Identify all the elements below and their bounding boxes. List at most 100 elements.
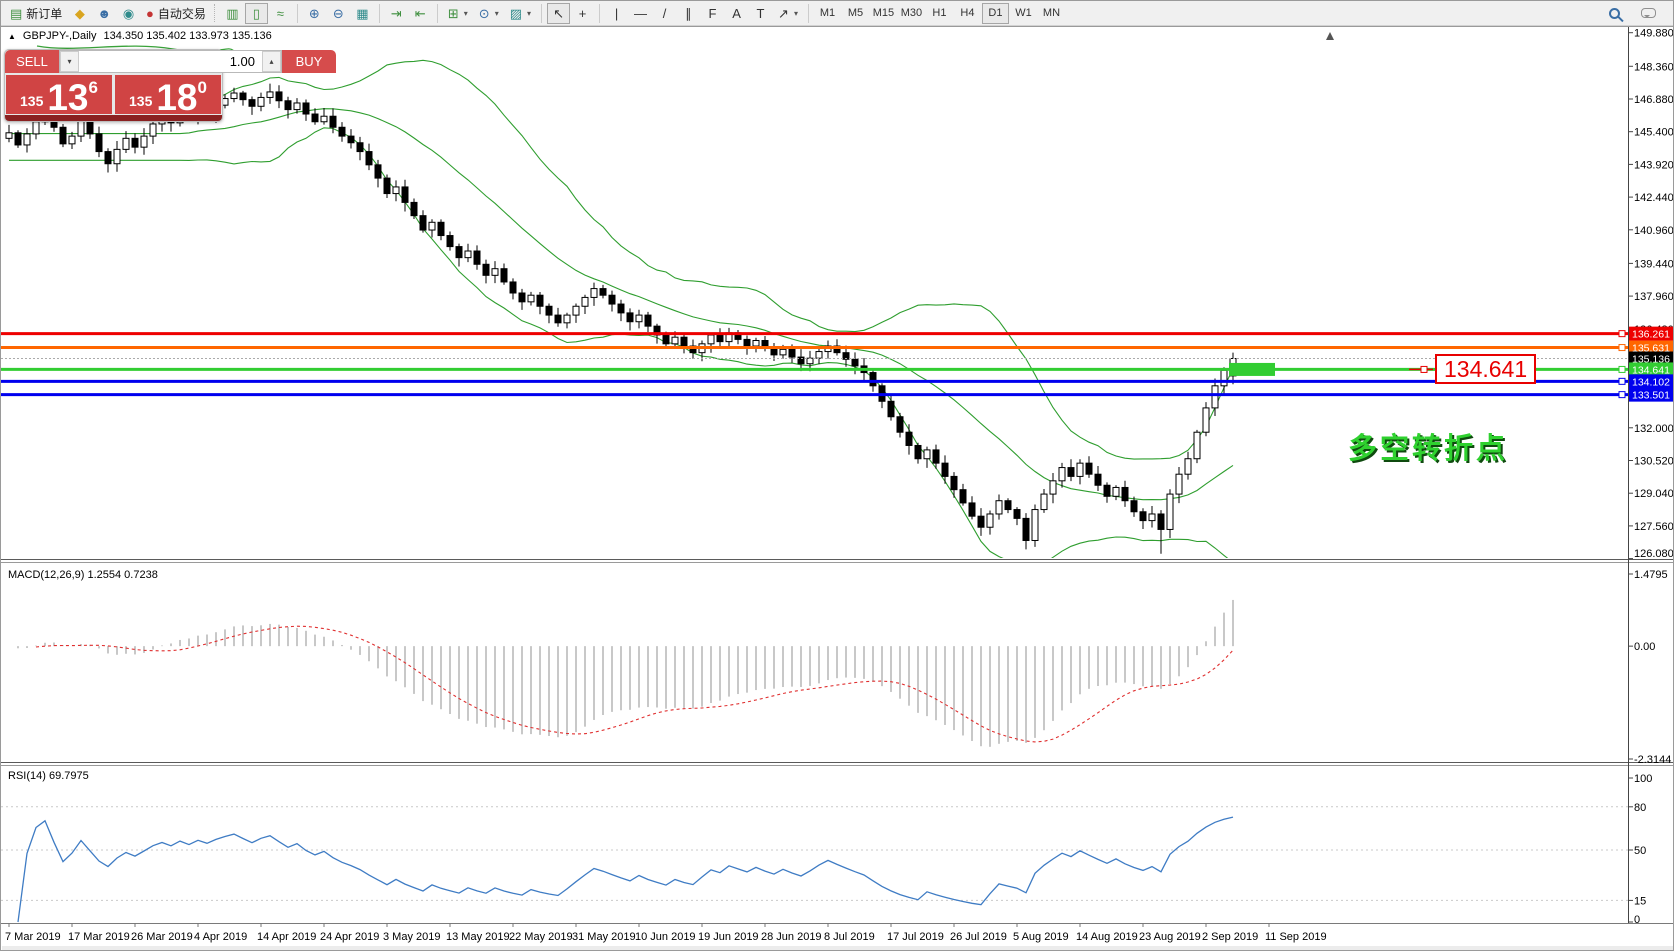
candle [582,295,588,314]
svg-text:129.040: 129.040 [1634,488,1674,500]
svg-text:136.261: 136.261 [1632,329,1670,341]
search-icon [1609,8,1620,19]
chart-canvas[interactable]: 149.880148.360146.880145.400143.920142.4… [1,1,1674,951]
svg-text:24 Apr 2019: 24 Apr 2019 [320,931,379,943]
candle [123,131,129,153]
svg-text:7 Mar 2019: 7 Mar 2019 [5,931,61,943]
price-lines[interactable] [1,331,1628,398]
text-tool-button[interactable]: A [725,3,748,24]
toolbar: ▤ 新订单 ◆ ☻ ◉ ● 自动交易 ▥ ▯ ≈ ⊕ ⊖ ▦ ⇥ ⇤ ⊞▾ ⊙▾… [1,1,1673,26]
channel-button[interactable]: ∥ [677,3,700,24]
cursor-icon: ↖ [553,7,564,20]
timeframe-h1-button[interactable]: H1 [926,3,953,24]
auto-scroll-button[interactable]: ⇥ [385,3,408,24]
candle [1032,505,1038,547]
timeframe-m30-button[interactable]: M30 [898,3,925,24]
indicators-icon: ⊞ [448,7,459,20]
candle [726,328,732,346]
crosshair-tool-button[interactable]: + [571,3,594,24]
line-handle [1619,331,1625,337]
chart-title: ▲ GBPJPY-,Daily 134.350 135.402 133.973 … [8,30,272,42]
timeframe-m15-button[interactable]: M15 [870,3,897,24]
indicators-button[interactable]: ⊞▾ [443,3,473,24]
candle [1005,498,1011,513]
sell-price[interactable]: 135 13 6 [6,75,112,114]
svg-text:4 Apr 2019: 4 Apr 2019 [194,931,247,943]
timeframe-w1-button[interactable]: W1 [1010,3,1037,24]
crosshair-icon: + [579,7,587,20]
timeframe-m1-button[interactable]: M1 [814,3,841,24]
candle [132,133,138,153]
search-button[interactable] [1603,3,1626,24]
candle [6,125,12,142]
candle [1158,510,1164,554]
chart-shift-button[interactable]: ⇤ [409,3,432,24]
autotrading-button[interactable]: ● 自动交易 [141,3,211,24]
profile-button[interactable]: ☻ [92,3,116,24]
arrows-button[interactable]: ↗▾ [773,3,803,24]
buy-price-pips: 18 [156,83,197,113]
candle [1113,485,1119,500]
tile-windows-button[interactable]: ▦ [351,3,374,24]
vertical-line-button[interactable]: | [605,3,628,24]
volume-stepper: ▾ ▴ [59,50,282,73]
signals-button[interactable]: ◉ [117,3,140,24]
bar-chart-button[interactable]: ▥ [221,3,244,24]
buy-button[interactable]: BUY [282,50,336,73]
new-order-icon: ▤ [10,7,22,20]
candle [744,335,750,354]
timeframe-m5-button[interactable]: M5 [842,3,869,24]
sell-button[interactable]: SELL [5,50,59,73]
volume-input[interactable] [79,51,262,72]
new-order-button[interactable]: ▤ 新订单 [5,3,67,24]
trendline-icon: / [663,7,667,20]
cursor-tool-button[interactable]: ↖ [547,3,570,24]
fibonacci-button[interactable]: F [701,3,724,24]
zoom-in-button[interactable]: ⊕ [303,3,326,24]
text-label-button[interactable]: T [749,3,772,24]
new-order-label: 新订单 [26,5,62,22]
candle [402,180,408,212]
chinese-annotation[interactable]: 多空转折点 [1348,425,1508,467]
timeframe-d1-button[interactable]: D1 [982,3,1009,24]
collapse-arrow-icon[interactable]: ▲ [8,32,16,41]
date-axis[interactable]: 7 Mar 201917 Mar 201926 Mar 20194 Apr 20… [5,923,1327,943]
zoom-out-button[interactable]: ⊖ [327,3,350,24]
line-chart-button[interactable]: ≈ [269,3,292,24]
volume-decrease-button[interactable]: ▾ [60,51,79,72]
svg-text:1.4795: 1.4795 [1634,569,1668,581]
trendline-button[interactable]: / [653,3,676,24]
candlestick-chart-button[interactable]: ▯ [245,3,268,24]
candle [762,336,768,351]
highlight-segment[interactable] [1229,363,1275,376]
candle [114,141,120,172]
volume-increase-button[interactable]: ▴ [262,51,281,72]
chat-button[interactable] [1636,3,1661,24]
line-handle [1619,378,1625,384]
svg-text:148.360: 148.360 [1634,61,1674,73]
timeframe-mn-button[interactable]: MN [1038,3,1065,24]
buy-price[interactable]: 135 18 0 [115,75,221,114]
candle [105,148,111,172]
periods-button[interactable]: ⊙▾ [474,3,504,24]
timeframe-h4-button[interactable]: H4 [954,3,981,24]
svg-text:15: 15 [1634,895,1646,907]
price-callout-label[interactable]: 134.641 [1435,354,1536,384]
svg-text:100: 100 [1634,773,1652,785]
candle [483,260,489,284]
candle [564,313,570,329]
horizontal-line-button[interactable]: — [629,3,652,24]
metaeditor-button[interactable]: ◆ [68,3,91,24]
candle [798,349,804,371]
candle [141,128,147,155]
fibonacci-icon: F [709,7,717,20]
candle [447,231,453,250]
candle [888,396,894,421]
one-click-trading-panel: SELL ▾ ▴ BUY 135 13 6 135 18 0 [4,49,223,122]
templates-button[interactable]: ▨▾ [505,3,536,24]
price-axis[interactable]: 149.880148.360146.880145.400143.920142.4… [1628,28,1674,560]
toolbar-separator [437,4,438,23]
main-chart [6,46,1236,570]
candle [1059,463,1065,488]
candle [150,119,156,144]
